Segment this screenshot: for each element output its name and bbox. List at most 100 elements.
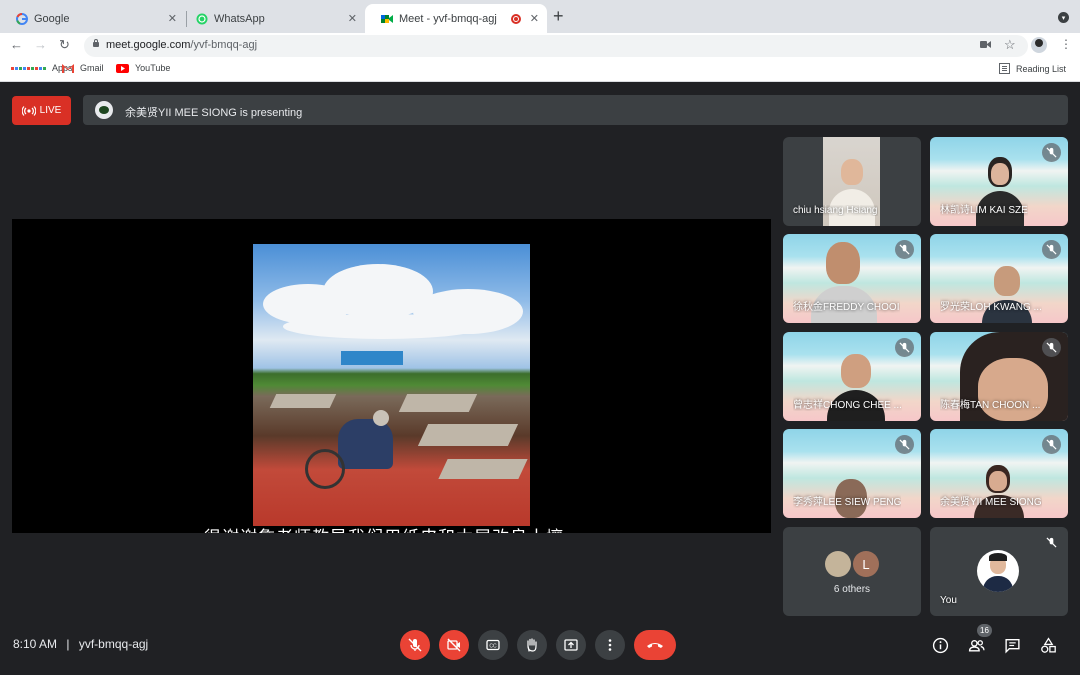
participant-count-badge: 16 [977,624,992,637]
browser-toolbar: ← → ↻ meet.google.com/yvf-bmqq-agj ☆ ⋮ [0,33,1080,59]
participant-name: 林凯诗LIM KAI SZE [940,205,1028,216]
chat-button[interactable] [1002,635,1022,655]
tab-google[interactable]: Google ✕ [0,4,185,33]
bookmark-gmail[interactable]: Gmail [62,63,104,73]
others-tile[interactable]: L 6 others [783,527,921,616]
tab-title: Google [34,12,70,25]
leave-call-button[interactable] [634,630,676,660]
participant-tile[interactable]: 陈春梅TAN CHOON ... [930,332,1068,421]
mic-off-icon [1042,240,1061,259]
mic-off-icon [1042,435,1061,454]
youtube-icon [116,63,129,73]
more-vert-icon [608,639,612,651]
participant-name: 余美贤YII MEE SIONG [940,497,1042,508]
info-icon [932,637,948,653]
meet-main-area: LIVE 余美贤YII MEE SIONG is presenting 很谢谢詹… [0,83,1080,675]
self-avatar [977,550,1019,592]
bookmark-label: Gmail [80,63,104,73]
live-badge[interactable]: LIVE [12,96,71,125]
live-caption: 很谢谢詹老师教导我们用纸皮和木屑改良土壤 [204,523,564,533]
people-icon [968,639,985,652]
mic-off-icon [895,338,914,357]
participant-name: 徐秋金FREDDY CHOOI [793,302,900,313]
close-tab-icon[interactable]: ✕ [530,12,539,25]
presenting-banner: 余美贤YII MEE SIONG is presenting [83,95,1068,125]
camera-toggle-button[interactable] [439,630,469,660]
mic-off-icon [1042,533,1061,552]
participant-tile[interactable]: 李秀萍LEE SIEW PENG [783,429,921,518]
participant-tile[interactable]: 林凯诗LIM KAI SZE [930,137,1068,226]
bookmark-label: YouTube [135,63,171,73]
bookmark-youtube[interactable]: YouTube [116,63,170,73]
tab-search-icon[interactable]: ▾ [1058,12,1069,23]
mic-toggle-button[interactable] [400,630,430,660]
presentation-stage: 很谢谢詹老师教导我们用纸皮和木屑改良土壤 [12,219,771,533]
url-text: meet.google.com/yvf-bmqq-agj [106,39,257,51]
lock-icon [93,39,99,47]
mic-off-icon [895,435,914,454]
bookmark-star-icon[interactable]: ☆ [1004,37,1016,53]
participant-name: chiu hsiang Hsiang [793,205,878,216]
presented-photo [253,244,530,526]
new-tab-button[interactable]: + [553,6,564,27]
participant-tile[interactable]: 曾志祥CHONG CHEE ... [783,332,921,421]
participant-name: 李秀萍LEE SIEW PENG [793,497,902,508]
url-path: /yvf-bmqq-agj [190,39,258,51]
url-host: meet.google.com [106,39,191,51]
participant-tile[interactable]: chiu hsiang Hsiang [783,137,921,226]
people-button[interactable] [966,635,986,655]
closed-captions-icon: CC [486,639,500,651]
avatar-letter: L [853,551,879,577]
browser-menu-icon[interactable]: ⋮ [1060,37,1072,51]
profile-avatar[interactable] [1031,37,1047,53]
captions-button[interactable]: CC [478,630,508,660]
hand-icon [527,638,537,652]
self-label: You [940,595,957,606]
present-screen-button[interactable] [556,630,586,660]
recording-indicator-icon [511,14,521,24]
participant-tile[interactable]: 徐秋金FREDDY CHOOI [783,234,921,323]
tab-meet[interactable]: Meet - yvf-bmqq-agj ✕ [365,4,547,33]
forward-arrow-icon[interactable]: → [34,37,47,52]
close-tab-icon[interactable]: ✕ [348,12,357,25]
tab-whatsapp[interactable]: WhatsApp ✕ [180,4,365,33]
mic-off-icon [895,240,914,259]
presenting-text: 余美贤YII MEE SIONG is presenting [125,107,303,119]
participant-tile[interactable]: 余美贤YII MEE SIONG [930,429,1068,518]
self-tile[interactable]: You [930,527,1068,616]
camera-in-use-icon[interactable] [980,40,991,52]
address-bar[interactable]: meet.google.com/yvf-bmqq-agj ☆ [84,35,1028,57]
participant-name: 曾志祥CHONG CHEE ... [793,400,902,411]
reload-icon[interactable]: ↻ [59,37,70,53]
live-label: LIVE [39,105,62,116]
svg-text:CC: CC [489,644,497,650]
participant-name: 罗光荣LOH KWANG ... [940,302,1042,313]
back-arrow-icon[interactable]: ← [10,37,23,52]
present-icon [564,639,578,651]
meeting-info: 8:10 AM | yvf-bmqq-agj [13,637,148,651]
mic-off-icon [408,638,422,652]
participant-tile[interactable]: 罗光荣LOH KWANG ... [930,234,1068,323]
more-options-button[interactable] [595,630,625,660]
bookmarks-bar: Apps Gmail YouTube Reading List [0,59,1080,82]
meeting-code: yvf-bmqq-agj [78,637,149,651]
whatsapp-icon [196,13,208,25]
shapes-icon [1040,636,1056,653]
reading-list-label: Reading List [1016,63,1067,74]
presenter-avatar [95,101,113,119]
close-tab-icon[interactable]: ✕ [168,12,177,25]
meet-icon [381,13,393,25]
browser-tab-strip: Google ✕ WhatsApp ✕ Meet - yvf-bmqq-agj … [0,0,1080,33]
raise-hand-button[interactable] [517,630,547,660]
info-separator: | [66,637,70,651]
end-call-icon [647,643,663,648]
reading-list-button[interactable]: Reading List [999,63,1066,74]
mic-off-icon [1042,143,1061,162]
meeting-details-button[interactable] [930,635,950,655]
chat-icon [1004,638,1020,654]
gmail-icon [62,63,74,73]
activities-button[interactable] [1038,635,1058,655]
tab-title: WhatsApp [214,12,265,25]
apps-grid-icon [11,66,46,70]
google-icon [16,12,28,25]
